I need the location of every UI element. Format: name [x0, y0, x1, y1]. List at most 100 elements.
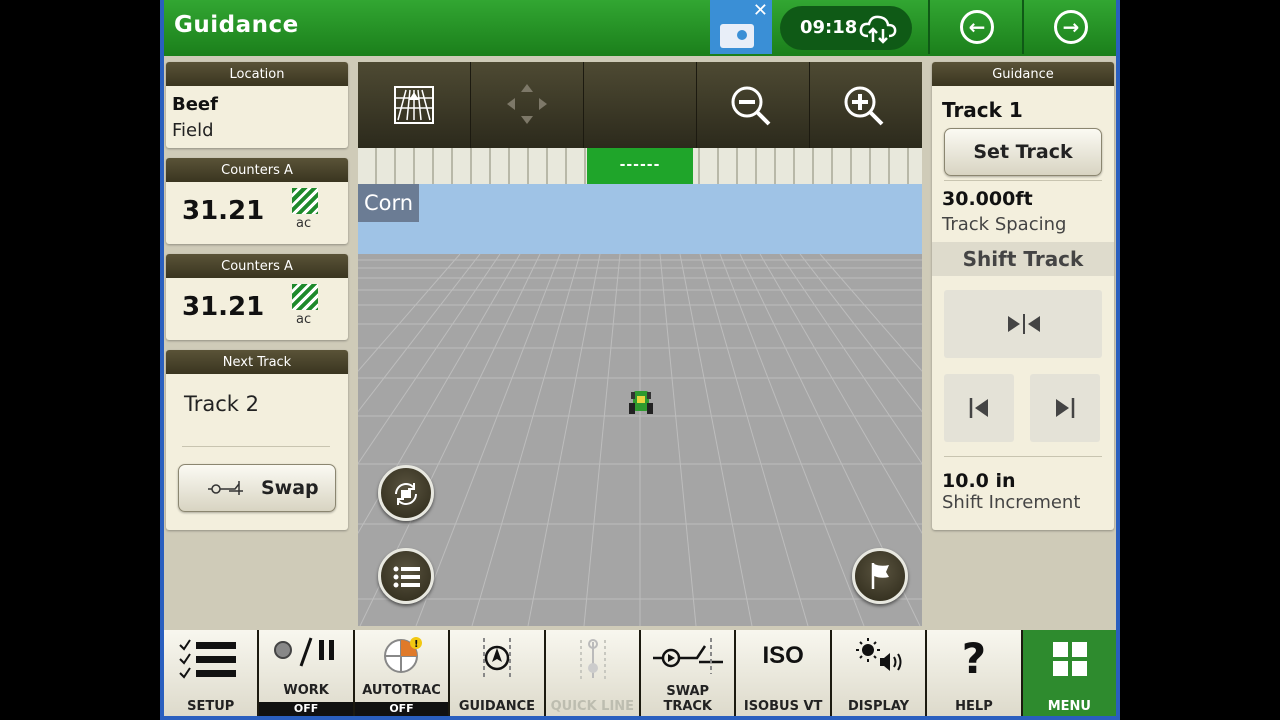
forward-button[interactable]: →	[1022, 0, 1114, 54]
zoom-in-button[interactable]	[810, 62, 922, 148]
center-shift-button[interactable]	[944, 290, 1102, 358]
counter-heading: Counters A	[166, 158, 348, 182]
quick-line-icon	[579, 639, 606, 680]
pan-button[interactable]	[471, 62, 584, 148]
lightbar-center: ------	[587, 148, 693, 184]
farm-name: Beef	[172, 94, 218, 115]
divider	[944, 456, 1102, 457]
area-hatch-icon	[292, 284, 318, 310]
shift-increment-label: Shift Increment	[942, 492, 1081, 513]
counter-heading: Counters A	[166, 254, 348, 278]
current-track: Track 1	[942, 98, 1023, 122]
ground-grid	[358, 253, 922, 626]
counter-value: 31.21	[182, 292, 265, 322]
counter-panel-2[interactable]: Counters A 31.21 ac	[166, 254, 348, 340]
zoom-in-icon	[844, 86, 884, 126]
flag-icon	[871, 563, 889, 589]
shift-increment-value: 10.0 in	[942, 470, 1016, 492]
cloud-sync-icon	[859, 15, 897, 44]
arrow-left-icon: ←	[960, 10, 994, 44]
next-track-heading: Next Track	[166, 350, 348, 374]
next-track-panel: Next Track Track 2 Swap	[166, 350, 348, 530]
guidance-heading: Guidance	[932, 62, 1114, 86]
back-button[interactable]: ←	[928, 0, 1020, 54]
empty-toolbar-slot	[584, 62, 697, 148]
notification-button[interactable]: ✕	[710, 0, 772, 54]
map-toolbar	[358, 62, 922, 148]
autotrac-state: OFF	[354, 702, 449, 716]
field-name: Field	[172, 120, 214, 141]
top-bar: Guidance ✕ 09:18 ← →	[164, 0, 1116, 56]
brightness-volume-icon	[855, 638, 902, 671]
shift-right-button[interactable]	[1030, 374, 1100, 442]
next-track-name: Track 2	[184, 392, 259, 416]
pan-arrows-icon	[507, 84, 547, 124]
crop-label: Corn	[358, 184, 420, 222]
guidance-icon	[483, 638, 512, 680]
display-label: DISPLAY	[848, 699, 910, 714]
work-state: OFF	[259, 702, 353, 716]
track-spacing-label: Track Spacing	[942, 214, 1067, 235]
swap-button[interactable]: Swap	[178, 464, 336, 512]
menu-button[interactable]: MENU	[1022, 630, 1116, 716]
help-icon: ?	[961, 634, 987, 683]
display-frame: Guidance ✕ 09:18 ← → Location Beef Field…	[160, 0, 1120, 720]
work-button[interactable]: WORK OFF	[259, 630, 353, 716]
counter-unit: ac	[296, 216, 312, 231]
swap-track-icon	[653, 638, 724, 674]
track-spacing-value: 30.000ft	[942, 188, 1033, 210]
page-title: Guidance	[174, 12, 299, 38]
work-label: WORK	[283, 683, 329, 698]
swap-track-icon	[208, 481, 243, 495]
center-track-icon	[1008, 314, 1040, 334]
autotrac-button[interactable]: ! AUTOTRAC OFF	[354, 630, 449, 716]
swap-track-shortcut[interactable]: SWAP TRACK	[641, 630, 735, 716]
display-button[interactable]: DISPLAY	[831, 630, 926, 716]
map-sky	[358, 184, 922, 254]
shift-right-icon	[1056, 398, 1075, 418]
lightbar: ------	[358, 148, 922, 184]
shortcut-bar: SETUP WORK OFF ! AUTOTRAC OFF GUIDANCE Q…	[164, 630, 1116, 716]
zoom-out-button[interactable]	[697, 62, 810, 148]
quick-line-button[interactable]: QUICK LINE	[545, 630, 640, 716]
shift-left-icon	[969, 398, 988, 418]
autotrac-icon: !	[383, 637, 422, 673]
quick-line-label: QUICK LINE	[550, 699, 635, 714]
shift-left-button[interactable]	[944, 374, 1014, 442]
counter-unit: ac	[296, 312, 312, 327]
guidance-button[interactable]: GUIDANCE	[450, 630, 544, 716]
isobus-vt-button[interactable]: ISO ISOBUS VT	[736, 630, 830, 716]
map-view-button[interactable]	[358, 62, 471, 148]
list-button[interactable]	[378, 548, 434, 604]
work-toggle-icon	[274, 637, 335, 667]
set-track-button[interactable]: Set Track	[944, 128, 1102, 176]
swap-label: Swap	[261, 477, 319, 499]
counter-value: 31.21	[182, 196, 265, 226]
autotrac-label: AUTOTRAC	[362, 683, 441, 698]
help-label: HELP	[955, 699, 993, 714]
map-perspective-icon	[394, 86, 434, 124]
counter-panel-1[interactable]: Counters A 31.21 ac	[166, 158, 348, 244]
flag-button[interactable]	[852, 548, 908, 604]
screen: Guidance ✕ 09:18 ← → Location Beef Field…	[164, 0, 1116, 716]
status-pill[interactable]: 09:18	[780, 6, 912, 50]
svg-text:!: !	[414, 639, 419, 650]
map-ground	[358, 253, 922, 626]
location-panel[interactable]: Location Beef Field	[166, 62, 348, 148]
setup-button[interactable]: SETUP	[164, 630, 258, 716]
iso-icon: ISO	[762, 642, 804, 669]
zoom-out-icon	[731, 86, 771, 126]
setup-label: SETUP	[187, 699, 235, 714]
rotate-view-button[interactable]	[378, 465, 434, 521]
shift-track-heading: Shift Track	[932, 242, 1114, 276]
clock-time: 09:18	[800, 17, 858, 38]
close-icon[interactable]: ✕	[753, 0, 768, 21]
swap-track-label: SWAP TRACK	[663, 684, 713, 714]
tractor-icon	[629, 391, 653, 414]
arrow-right-icon: →	[1054, 10, 1088, 44]
help-button[interactable]: ? HELP	[927, 630, 1021, 716]
rotate-icon	[395, 483, 417, 505]
guidance-label: GUIDANCE	[458, 699, 536, 714]
guidance-map[interactable]: ------ Corn	[358, 62, 922, 626]
operator-card-icon	[720, 24, 754, 48]
